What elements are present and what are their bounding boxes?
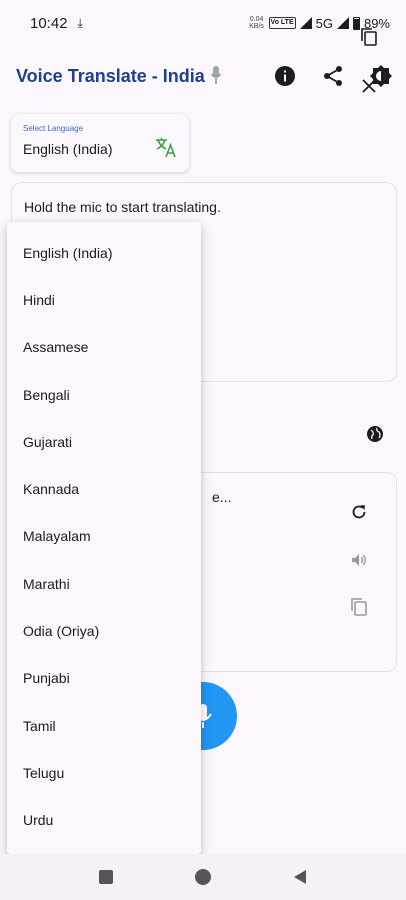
language-option[interactable]: Malayalam: [7, 513, 201, 560]
speak-button[interactable]: [348, 549, 370, 571]
language-option[interactable]: Telugu: [7, 749, 201, 796]
share-button[interactable]: [322, 65, 344, 87]
language-option[interactable]: Gujarati: [7, 418, 201, 465]
language-option[interactable]: Odia (Oriya): [7, 607, 201, 654]
copy-icon: [351, 598, 367, 616]
language-selector-value: English (India): [23, 141, 113, 157]
output-text: e...: [212, 489, 232, 505]
copy-icon: [361, 28, 377, 46]
close-icon: [362, 79, 376, 93]
refresh-icon: [352, 505, 366, 519]
system-nav-bar: [0, 854, 406, 900]
app-bar: Voice Translate - India: [0, 50, 406, 102]
status-bar: 10:42 ⤓ 0.04 KB/s Vo LTE 5G 89%: [0, 0, 406, 46]
language-option[interactable]: Assamese: [7, 324, 201, 371]
home-button[interactable]: [194, 868, 212, 886]
recents-button[interactable]: [98, 869, 114, 885]
language-option[interactable]: Bengali: [7, 371, 201, 418]
signal-icon: [336, 17, 349, 29]
language-selector-label: Select Language: [23, 124, 84, 133]
refresh-button[interactable]: [348, 501, 370, 523]
microphone-icon: [210, 65, 221, 84]
info-button[interactable]: [274, 65, 296, 87]
language-option[interactable]: Kannada: [7, 465, 201, 512]
network-type: 5G: [315, 15, 333, 31]
language-option[interactable]: English (India): [7, 229, 201, 276]
input-text: Hold the mic to start translating.: [24, 199, 221, 215]
speaker-icon: [352, 554, 366, 566]
copy-input-button[interactable]: [358, 26, 380, 48]
translate-icon: [156, 138, 176, 158]
language-option[interactable]: Hindi: [7, 276, 201, 323]
net-speed: 0.04 KB/s: [249, 16, 264, 30]
back-button[interactable]: [292, 869, 308, 885]
download-icon: ⤓: [77, 15, 83, 30]
info-icon: [275, 66, 295, 86]
globe-icon: [367, 426, 383, 442]
language-option[interactable]: Marathi: [7, 560, 201, 607]
language-selector[interactable]: Select Language English (India): [11, 114, 189, 172]
clear-button[interactable]: [358, 75, 380, 97]
status-time: 10:42: [30, 14, 68, 32]
language-dropdown-menu: English (India) Hindi Assamese Bengali G…: [7, 222, 201, 854]
language-option[interactable]: Punjabi: [7, 655, 201, 702]
copy-output-button[interactable]: [348, 596, 370, 618]
target-language-button[interactable]: [364, 423, 386, 445]
volte-badge: Vo LTE: [268, 17, 296, 29]
signal-icon: [299, 17, 312, 29]
share-icon: [324, 66, 342, 86]
app-title: Voice Translate - India: [16, 65, 221, 87]
language-option[interactable]: Tamil: [7, 702, 201, 749]
language-option[interactable]: Urdu: [7, 797, 201, 844]
